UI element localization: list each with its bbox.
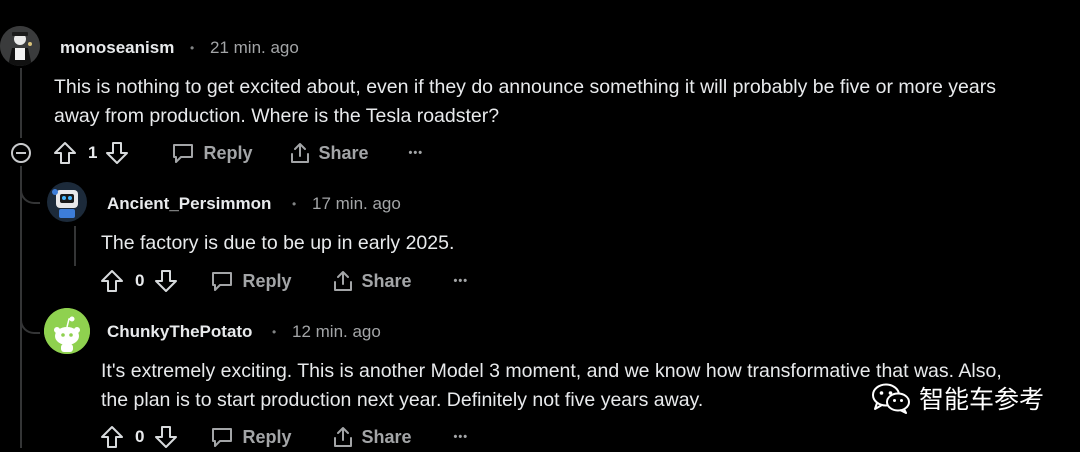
comment-actions: 1 Reply Share ••• — [53, 138, 423, 168]
speech-bubble-icon — [212, 428, 233, 447]
comment-author[interactable]: Ancient_Persimmon — [107, 194, 271, 214]
downvote-icon[interactable] — [154, 269, 178, 293]
snoo-icon — [44, 308, 90, 354]
speech-bubble-icon — [173, 144, 194, 163]
reply-button[interactable]: Reply — [210, 270, 292, 292]
share-label: Share — [361, 270, 412, 291]
watermark-text: 智能车参考 — [918, 385, 1044, 414]
upvote-icon[interactable] — [100, 425, 124, 449]
upvote-icon[interactable] — [53, 141, 77, 165]
avatar[interactable] — [44, 308, 90, 354]
reply-button[interactable]: Reply — [171, 142, 253, 164]
avatar[interactable] — [47, 182, 87, 222]
avatar-figure-icon — [0, 26, 40, 66]
comment-body-line: away from production. Where is the Tesla… — [54, 105, 500, 127]
comment-author[interactable]: ChunkyThePotato — [107, 322, 252, 342]
avatar-robot-icon — [47, 182, 87, 222]
thread-line-reply[interactable] — [74, 226, 76, 266]
more-options-icon[interactable]: ••• — [454, 275, 469, 287]
reply-label: Reply — [242, 270, 292, 291]
vote-count: 0 — [135, 427, 145, 446]
more-options-icon[interactable]: ••• — [454, 431, 469, 443]
share-icon — [333, 427, 352, 447]
reply-label: Reply — [242, 426, 292, 447]
thread-connector — [20, 166, 40, 204]
thread-connector — [20, 300, 40, 334]
share-icon — [333, 271, 352, 291]
more-options-icon[interactable]: ••• — [409, 147, 424, 159]
reply-button[interactable]: Reply — [210, 426, 292, 448]
vote-count: 1 — [88, 143, 98, 162]
comment-timestamp[interactable]: 12 min. ago — [292, 322, 381, 342]
avatar[interactable] — [0, 26, 40, 66]
comment-timestamp[interactable]: 17 min. ago — [312, 194, 401, 214]
reply-label: Reply — [203, 142, 253, 163]
share-button[interactable]: Share — [332, 425, 412, 449]
watermark: 智能车参考 — [871, 380, 1044, 416]
share-icon — [290, 143, 309, 163]
meta-separator: • — [190, 41, 195, 55]
share-label: Share — [318, 142, 369, 163]
vote-count: 0 — [135, 271, 145, 290]
meta-separator: • — [292, 197, 297, 211]
downvote-icon[interactable] — [154, 425, 178, 449]
upvote-icon[interactable] — [100, 269, 124, 293]
comment-body-line: The factory is due to be up in early 202… — [101, 232, 455, 254]
thread-line-root[interactable] — [20, 68, 22, 138]
share-label: Share — [361, 426, 412, 447]
share-button[interactable]: Share — [289, 141, 369, 165]
comment-body-line: This is nothing to get excited about, ev… — [54, 76, 996, 98]
comment-body-line: It's extremely exciting. This is another… — [101, 360, 1002, 382]
speech-bubble-icon — [212, 272, 233, 291]
downvote-icon[interactable] — [105, 141, 129, 165]
collapse-thread-button[interactable] — [11, 143, 31, 163]
share-button[interactable]: Share — [332, 269, 412, 293]
comment-actions: 0 Reply Share ••• — [100, 266, 468, 296]
meta-separator: • — [272, 325, 277, 339]
comment-author[interactable]: monoseanism — [60, 38, 174, 58]
comment-body-line: the plan is to start production next yea… — [101, 389, 704, 411]
comment-timestamp[interactable]: 21 min. ago — [210, 38, 299, 58]
wechat-icon — [871, 383, 910, 414]
